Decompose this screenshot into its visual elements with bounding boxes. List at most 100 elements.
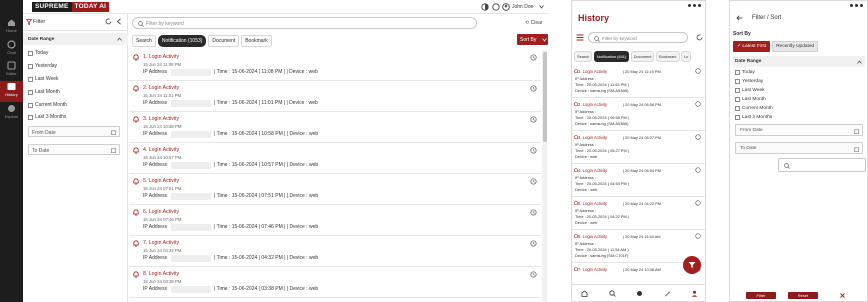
tab-document[interactable]: Document: [208, 35, 240, 47]
date-range-section[interactable]: Date Range: [733, 56, 865, 67]
history-icon[interactable]: [695, 134, 701, 140]
tab-search[interactable]: Search: [132, 35, 156, 47]
brand-logo[interactable]: SUPREME TODAY AI: [32, 2, 110, 12]
close-icon[interactable]: [840, 293, 845, 298]
to-date-field[interactable]: To Date: [28, 144, 120, 155]
filter-button[interactable]: Filter: [746, 292, 776, 299]
list-item[interactable]: 2. Login Activity | 20 May 24 06:58 PM IP …: [572, 98, 705, 131]
history-icon[interactable]: [530, 209, 537, 216]
pen-icon[interactable]: [664, 290, 671, 297]
item-title[interactable]: 5. Login Activity: [143, 178, 179, 184]
profile-icon[interactable]: [691, 290, 698, 297]
chevron-up-icon[interactable]: [117, 37, 122, 41]
history-icon[interactable]: [530, 85, 537, 92]
filter-fab[interactable]: [683, 256, 701, 274]
history-icon[interactable]: [530, 147, 537, 154]
history-icon[interactable]: [695, 68, 701, 74]
tab-notification[interactable]: Notification (1053): [157, 35, 207, 47]
from-date-field[interactable]: From Date: [735, 124, 863, 136]
clear-button[interactable]: ⟲ Clear: [525, 20, 543, 26]
item-title[interactable]: 3. Login Activity: [143, 116, 179, 122]
option-last-week[interactable]: Last Week: [735, 88, 765, 93]
scrollbar[interactable]: [542, 50, 547, 302]
sort-recently-updated[interactable]: Recently Updated: [772, 41, 819, 52]
item-title[interactable]: 6. Login Activity: [578, 234, 607, 239]
checkbox[interactable]: [28, 114, 33, 120]
home-icon[interactable]: [581, 290, 588, 297]
tab-search[interactable]: Search: [574, 51, 593, 62]
date-range-section[interactable]: Date Range: [23, 33, 128, 45]
history-icon[interactable]: [695, 200, 701, 206]
item-title[interactable]: 8. Login Activity: [143, 271, 179, 277]
list-item[interactable]: 6. Login Activity 15 Jun 24 07:46 PM IP Ad…: [129, 205, 541, 236]
checkbox[interactable]: [735, 97, 740, 102]
option-current-month[interactable]: Current Month: [28, 102, 67, 108]
option-last-week[interactable]: Last Week: [28, 76, 59, 82]
from-date-field[interactable]: From Date: [28, 126, 120, 137]
item-title[interactable]: 1. Login Activity: [578, 69, 607, 74]
checkbox[interactable]: [735, 106, 740, 111]
avatar[interactable]: [502, 3, 510, 11]
to-date-field[interactable]: To Date: [735, 142, 863, 154]
item-title[interactable]: 7. Login Activity: [143, 240, 179, 246]
list-item[interactable]: 8. Login Activity 15 Jun 24 03:38 PM IP Ad…: [129, 267, 541, 298]
collapse-panel-icon[interactable]: [116, 18, 122, 25]
checkbox[interactable]: [735, 79, 740, 84]
chevron-down-icon[interactable]: [539, 5, 544, 9]
search-input[interactable]: Filter by keyword: [588, 32, 688, 43]
list-item[interactable]: 4. Login Activity 15 Jun 24 10:57 PM IP Ad…: [129, 143, 541, 174]
explore-icon[interactable]: [636, 290, 643, 297]
list-item[interactable]: 2. Login Activity 15 Jun 24 11:01 PM IP Ad…: [129, 81, 541, 112]
option-today[interactable]: Today: [735, 70, 755, 75]
item-title[interactable]: 6. Login Activity: [143, 209, 179, 215]
option-yesterday[interactable]: Yesterday: [735, 79, 763, 84]
checkbox[interactable]: [735, 88, 740, 93]
history-icon[interactable]: [695, 167, 701, 173]
checkbox[interactable]: [28, 102, 33, 108]
item-title[interactable]: 5. Login Activity: [578, 201, 607, 206]
help-icon[interactable]: [492, 3, 500, 11]
history-icon[interactable]: [530, 116, 537, 123]
search-input[interactable]: Filter by keyword: [132, 17, 477, 29]
search-input[interactable]: [778, 158, 866, 172]
history-icon[interactable]: [530, 240, 537, 247]
list-item[interactable]: 3. Login Activity | 20 May 24 05:27 PM IP …: [572, 131, 705, 164]
option-last-3-months[interactable]: Last 3 Months: [28, 114, 66, 120]
menu-icon[interactable]: [576, 34, 584, 41]
tab-document[interactable]: Document: [630, 51, 655, 62]
option-current-month[interactable]: Current Month: [735, 106, 773, 111]
tab-notification[interactable]: Notification (641): [593, 51, 630, 62]
theme-toggle-icon[interactable]: [481, 3, 489, 11]
item-title[interactable]: 1. Login Activity: [143, 54, 179, 60]
tab-more[interactable]: Lo: [681, 51, 692, 62]
checkbox[interactable]: [735, 115, 740, 120]
rail-item-editor[interactable]: Editor: [0, 61, 23, 81]
history-icon[interactable]: [695, 233, 701, 239]
history-icon[interactable]: [530, 178, 537, 185]
rail-item-explore[interactable]: Explore: [0, 104, 23, 124]
reset-icon[interactable]: [105, 18, 112, 25]
checkbox[interactable]: [28, 76, 33, 82]
option-last-month[interactable]: Last Month: [735, 97, 766, 102]
list-item[interactable]: 3. Login Activity 15 Jun 24 10:58 PM IP Ad…: [129, 112, 541, 143]
sort-latest-first[interactable]: ✓ Latest First: [733, 41, 771, 52]
list-item[interactable]: 4. Login Activity | 20 May 24 04:54 PM IP …: [572, 164, 705, 197]
list-item[interactable]: 5. Login Activity 15 Jun 24 07:51 PM IP Ad…: [129, 174, 541, 205]
history-icon[interactable]: [695, 101, 701, 107]
rail-item-home[interactable]: Home: [0, 18, 23, 38]
tab-bookmark[interactable]: Bookmark: [241, 35, 272, 47]
checkbox[interactable]: [735, 70, 740, 75]
back-arrow-icon[interactable]: [736, 15, 743, 21]
list-item[interactable]: 7. Login Activity 15 Jun 24 04:32 PM IP Ad…: [129, 236, 541, 267]
reset-button[interactable]: Reset: [788, 292, 818, 299]
item-title[interactable]: 2. Login Activity: [143, 85, 179, 91]
list-item[interactable]: 1. Login Activity 15 Jun 24 11:08 PM IP Ad…: [129, 50, 541, 81]
user-name[interactable]: John Doe: [512, 4, 533, 10]
option-yesterday[interactable]: Yesterday: [28, 63, 57, 69]
refresh-icon[interactable]: [696, 34, 703, 41]
list-item[interactable]: 1. Login Activity | 20 May 24 11:19 PM IP …: [572, 65, 705, 98]
checkbox[interactable]: [28, 63, 33, 69]
checkbox[interactable]: [28, 50, 33, 56]
scrollbar-thumb[interactable]: [542, 52, 547, 142]
chevron-up-icon[interactable]: [857, 60, 862, 64]
